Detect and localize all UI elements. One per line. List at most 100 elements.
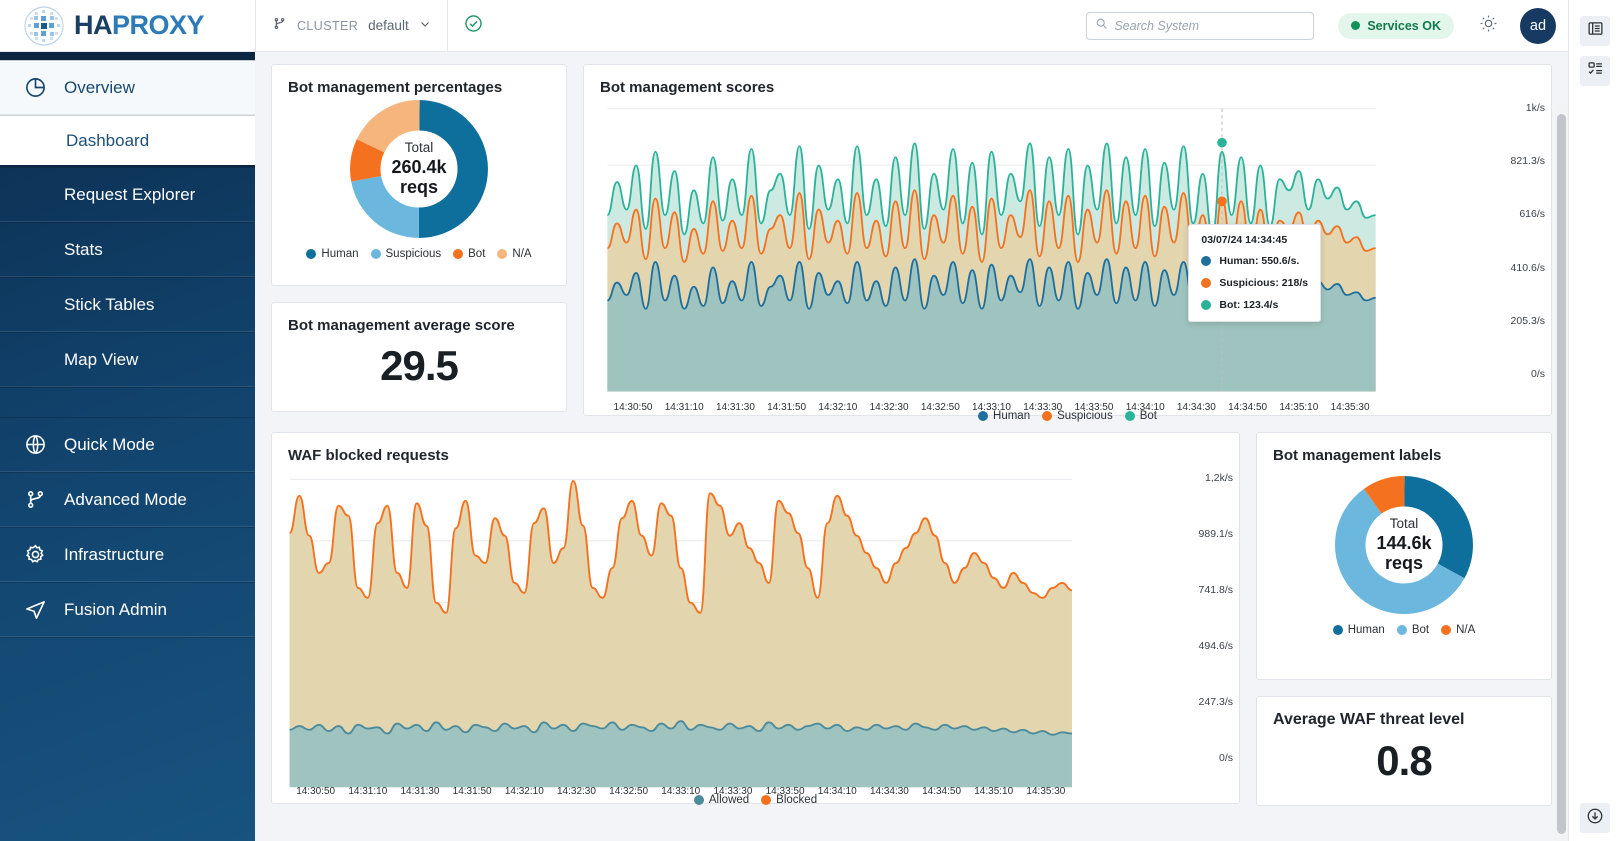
left-stat-column: Bot management percentages	[271, 64, 567, 416]
legend-dot-icon	[453, 249, 463, 259]
sidebar-item-dashboard[interactable]: Dashboard	[0, 115, 255, 167]
legend-label: Suspicious	[386, 248, 442, 260]
chevron-down-icon[interactable]	[419, 17, 431, 35]
sidebar-item-stick-tables[interactable]: Stick Tables	[0, 277, 255, 332]
sidebar-item-label: Infrastructure	[64, 545, 164, 565]
x-axis-tick: 14:32:10	[818, 402, 857, 413]
status-badge-label: Services OK	[1367, 19, 1441, 33]
sun-icon	[1479, 14, 1498, 38]
sidebar-item-label: Map View	[64, 350, 138, 370]
x-axis-tick: 14:34:10	[1126, 402, 1165, 413]
tooltip-dot-icon	[1201, 278, 1211, 288]
tooltip-row-bot: Bot: 123.4/s	[1201, 299, 1308, 311]
paper-plane-icon	[22, 597, 48, 623]
y-axis-tick: 205.3/s	[1511, 315, 1545, 327]
card-title: Average WAF threat level	[1257, 697, 1551, 729]
tooltip-row-human: Human: 550.6/s.	[1201, 255, 1308, 267]
sidebar-item-label: Stats	[64, 240, 103, 260]
x-axis-tick: 14:30:50	[614, 402, 653, 413]
sidebar-item-label: Overview	[64, 78, 135, 98]
sidebar-item-infrastructure[interactable]: Infrastructure	[0, 527, 255, 582]
list-panel-icon	[1587, 20, 1604, 42]
card-bot-management-scores: Bot management scores 0/s205.3/s410.6/s6…	[583, 64, 1552, 416]
sidebar-item-label: Advanced Mode	[64, 490, 187, 510]
gear-icon	[22, 542, 48, 568]
checklist-icon-button[interactable]	[1580, 56, 1610, 86]
legend-dot-icon	[1441, 625, 1451, 635]
sidebar-item-advanced-mode[interactable]: Advanced Mode	[0, 472, 255, 527]
legend-label: Human	[321, 248, 358, 260]
cluster-status	[448, 14, 499, 38]
x-axis-tick: 14:35:10	[974, 786, 1013, 797]
x-axis-tick: 14:33:10	[661, 786, 700, 797]
sidebar-item-map-view[interactable]: Map View	[0, 332, 255, 387]
legend-item[interactable]: N/A	[1441, 624, 1475, 636]
y-axis-tick: 989.1/s	[1199, 528, 1233, 540]
y-axis-tick: 247.3/s	[1199, 696, 1233, 708]
status-badge[interactable]: Services OK	[1338, 13, 1454, 39]
avatar-initials: ad	[1530, 18, 1546, 34]
donut-chart-labels: Total 144.6k reqs	[1257, 474, 1551, 616]
legend-dot-icon	[1333, 625, 1343, 635]
y-axis-tick: 0/s	[1531, 368, 1545, 380]
legend-item[interactable]: Human	[306, 248, 358, 260]
checklist-icon	[1587, 60, 1604, 82]
donut-svg	[348, 98, 490, 240]
card-title: Bot management average score	[272, 303, 566, 334]
donut-chart-percentages: Total 260.4k reqs	[272, 98, 566, 240]
x-axis-tick: 14:32:30	[870, 402, 909, 413]
dashboard-row-1: Bot management percentages	[271, 64, 1552, 416]
y-axis-labels: 0/s247.3/s494.6/s741.8/s989.1/s1,2k/s	[1169, 464, 1233, 770]
spacer-icon	[22, 292, 48, 318]
sidebar-divider	[0, 387, 255, 417]
sidebar-item-request-explorer[interactable]: Request Explorer	[0, 167, 255, 222]
card-bot-management-labels: Bot management labels Total 144.6k reqs	[1256, 432, 1552, 680]
main-scrollbar[interactable]	[1555, 104, 1568, 841]
x-axis-tick: 14:34:50	[1228, 402, 1267, 413]
sidebar-top-strip	[0, 52, 255, 60]
brand-logo-area[interactable]: HAPROXY	[0, 0, 255, 52]
sidebar-item-overview[interactable]: Overview	[0, 60, 255, 115]
chart-waf-blocked-requests: 0/s247.3/s494.6/s741.8/s989.1/s1,2k/s 14…	[272, 464, 1239, 770]
card-waf-blocked-requests: WAF blocked requests 0/s247.3/s494.6/s74…	[271, 432, 1240, 804]
card-bot-management-percentages: Bot management percentages	[271, 64, 567, 286]
spacer-icon	[22, 182, 48, 208]
card-title: WAF blocked requests	[272, 433, 1239, 464]
x-axis-tick: 14:33:30	[1023, 402, 1062, 413]
legend-item[interactable]: Bot	[453, 248, 485, 260]
download-circle-icon-button[interactable]	[1580, 803, 1610, 833]
sidebar-item-stats[interactable]: Stats	[0, 222, 255, 277]
card-title: Bot management labels	[1257, 433, 1551, 464]
search-box[interactable]	[1086, 12, 1314, 40]
legend-item[interactable]: Human	[1333, 624, 1385, 636]
card-title: Bot management percentages	[272, 65, 566, 96]
right-rail	[1568, 0, 1621, 841]
search-input[interactable]	[1114, 19, 1305, 33]
x-axis-tick: 14:31:10	[348, 786, 387, 797]
list-panel-icon-button[interactable]	[1580, 16, 1610, 46]
scrollbar-thumb[interactable]	[1557, 114, 1566, 834]
x-axis-tick: 14:32:50	[921, 402, 960, 413]
card-bot-average-score: Bot management average score 29.5	[271, 302, 567, 412]
sidebar-item-label: Quick Mode	[64, 435, 155, 455]
cluster-selector[interactable]: CLUSTER default	[255, 0, 448, 52]
sidebar-item-fusion-admin[interactable]: Fusion Admin	[0, 582, 255, 637]
x-axis-tick: 14:35:10	[1279, 402, 1318, 413]
x-axis-tick: 14:34:50	[922, 786, 961, 797]
spacer-icon	[22, 237, 48, 263]
theme-toggle-button[interactable]	[1476, 14, 1500, 38]
pie-chart-icon	[22, 75, 48, 101]
tooltip-label: Suspicious: 218/s	[1219, 277, 1308, 289]
tooltip-time: 03/07/24 14:34:45	[1201, 234, 1308, 246]
tooltip-row-suspicious: Suspicious: 218/s	[1201, 277, 1308, 289]
legend-item[interactable]: Suspicious	[371, 248, 442, 260]
avatar[interactable]: ad	[1520, 8, 1556, 44]
sidebar: HAPROXY Overview Dashboard Request Explo…	[0, 0, 255, 841]
legend-item[interactable]: Bot	[1397, 624, 1429, 636]
legend-label: Bot	[1412, 624, 1429, 636]
main-content: Bot management percentages	[255, 52, 1568, 841]
x-axis-tick: 14:35:30	[1026, 786, 1065, 797]
sidebar-item-quick-mode[interactable]: Quick Mode	[0, 417, 255, 472]
legend-item[interactable]: N/A	[497, 248, 531, 260]
spacer-icon	[22, 347, 48, 373]
